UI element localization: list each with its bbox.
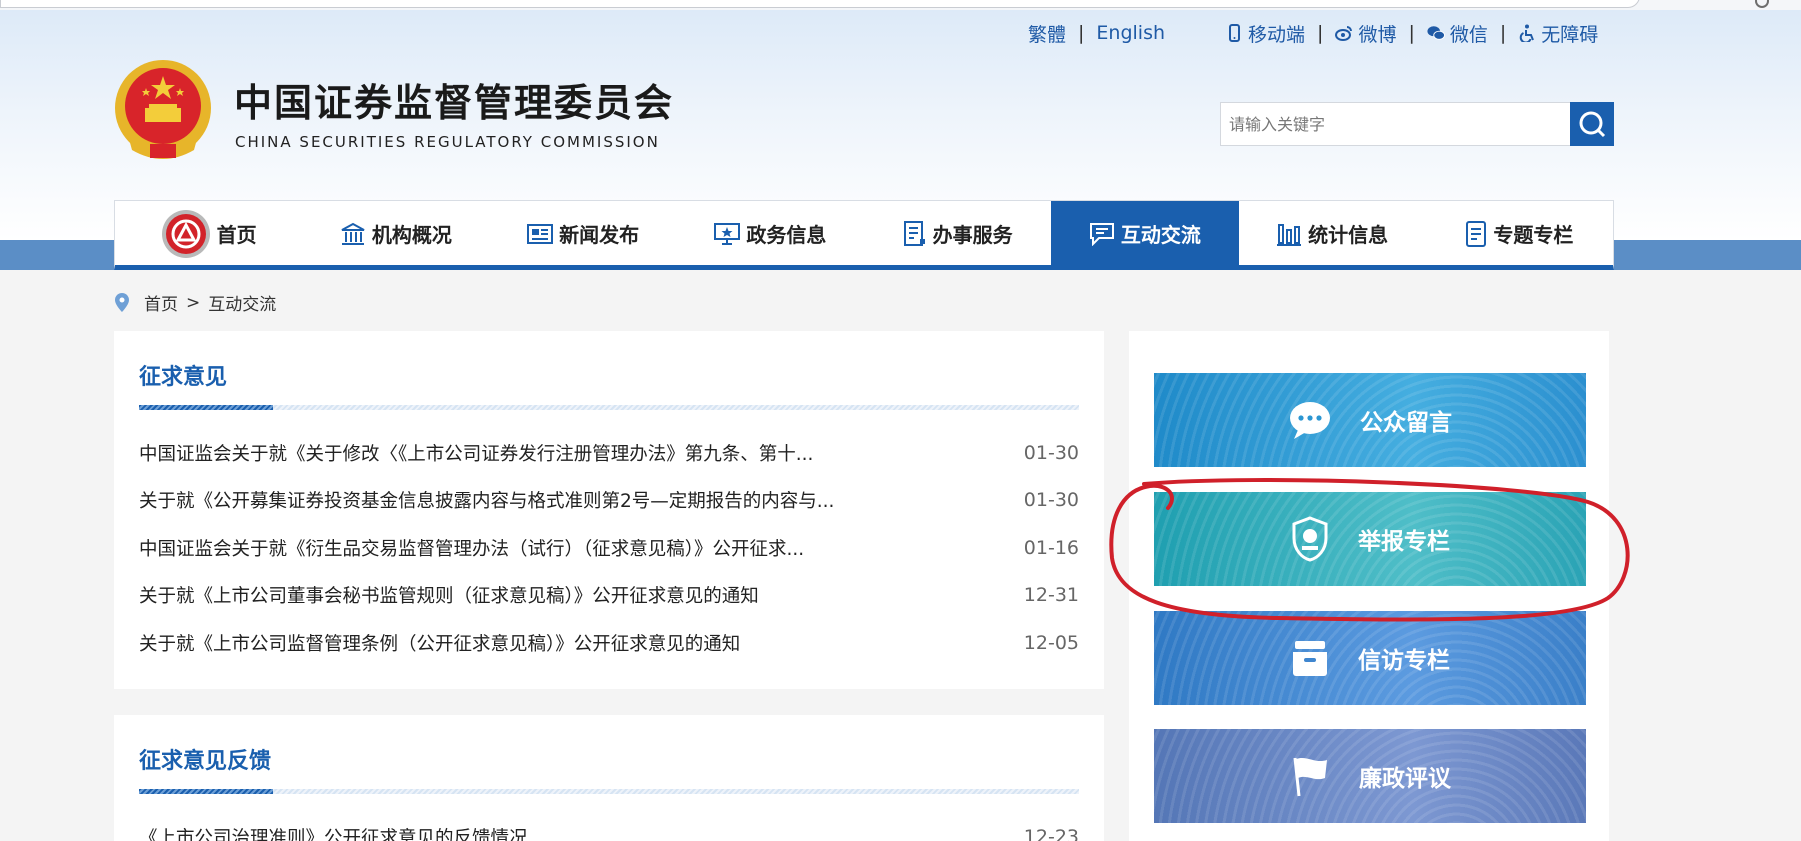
weibo-icon [1335,26,1353,41]
item-title[interactable]: 关于就《上市公司监督管理条例（公开征求意见稿）》公开征求意见的通知 [139,630,740,656]
petition-tile[interactable]: 信访专栏 [1154,611,1586,705]
title-underline [139,789,1079,794]
accessibility-link[interactable]: 无障碍 [1518,20,1598,47]
feedback-panel: 征求意见反馈 《上市公司治理准则》公开征求意见的反馈情况 12-23 [114,715,1104,841]
nav-label: 机构概况 [371,223,452,247]
weibo-label: 微博 [1358,23,1397,46]
solicit-list: 中国证监会关于就《关于修改〈《上市公司证券发行注册管理办法》第九条、第十... … [139,429,1079,667]
english-link[interactable]: English [1096,22,1165,44]
chat-icon [1089,222,1114,246]
item-date: 12-23 [1023,825,1079,841]
monitor-icon [714,222,741,245]
item-date: 01-30 [1023,441,1079,464]
list-item[interactable]: 关于就《公开募集证券投资基金信息披露内容与格式准则第2号—定期报告的内容与...… [139,477,1079,525]
mobile-link[interactable]: 移动端 [1225,20,1305,47]
item-date: 12-31 [1023,584,1079,607]
list-item[interactable]: 关于就《上市公司董事会秘书监管规则（征求意见稿）》公开征求意见的通知 12-31 [139,572,1079,620]
nav-item-interaction[interactable]: 互动交流 [1051,201,1239,266]
newspaper-icon [527,223,554,244]
nav-item-services[interactable]: 办事服务 [864,201,1051,266]
inbox-icon [1293,641,1327,676]
nav-item-about[interactable]: 机构概况 [302,201,489,266]
building-icon [341,222,365,245]
national-emblem-icon [115,60,211,159]
list-item[interactable]: 中国证监会关于就《衍生品交易监督管理办法（试行）（征求意见稿）》公开征求... … [139,524,1079,572]
public-message-tile[interactable]: 公众留言 [1154,373,1586,467]
integrity-review-tile[interactable]: 廉政评议 [1154,729,1586,823]
document-icon [1466,220,1487,247]
speech-bubble-icon [1290,402,1330,439]
title-underline [139,405,1079,410]
accessibility-icon [1520,24,1535,42]
breadcrumb-home[interactable]: 首页 [144,290,178,315]
site-subtitle: CHINA SECURITIES REGULATORY COMMISSION [235,133,660,151]
report-tile[interactable]: 举报专栏 [1154,492,1586,586]
mobile-label: 移动端 [1248,23,1306,46]
wechat-label: 微信 [1449,23,1488,46]
nav-item-statistics[interactable]: 统计信息 [1239,201,1426,266]
search-button[interactable] [1570,102,1614,146]
service-tiles-panel: 公众留言 举报专栏 信访专栏 廉政评议 [1129,331,1609,841]
tile-label: 举报专栏 [1358,529,1450,555]
search-box [1220,102,1614,146]
list-item[interactable]: 中国证监会关于就《关于修改〈《上市公司证券发行注册管理办法》第九条、第十... … [139,429,1079,477]
separator: | [1499,22,1507,44]
traditional-chinese-link[interactable]: 繁體 [1028,20,1066,47]
nav-item-news[interactable]: 新闻发布 [490,201,677,266]
search-icon [1579,111,1606,138]
solicit-opinions-panel: 征求意见 中国证监会关于就《关于修改〈《上市公司证券发行注册管理办法》第九条、第… [114,331,1104,689]
separator: | [1408,22,1415,44]
weibo-link[interactable]: 微博 [1335,20,1396,47]
tile-label: 信访专栏 [1358,648,1450,674]
list-item[interactable]: 关于就《上市公司监督管理条例（公开征求意见稿）》公开征求意见的通知 12-05 [139,619,1079,667]
feedback-list: 《上市公司治理准则》公开征求意见的反馈情况 12-23 [139,813,1079,841]
top-links: 繁體 | English 移动端 | 微博 | 微信 | 无障碍 [1028,20,1598,46]
item-title[interactable]: 关于就《公开募集证券投资基金信息披露内容与格式准则第2号—定期报告的内容与... [139,487,834,513]
flag-icon [1293,757,1327,797]
item-title[interactable]: 关于就《上市公司董事会秘书监管规则（征求意见稿）》公开征求意见的通知 [139,582,759,608]
nav-label: 统计信息 [1308,223,1389,247]
main-nav: 首页 机构概况 新闻发布 政务信息 办事服务 互动交流 统计信息 专题专栏 [114,200,1614,270]
bar-chart-icon [1277,223,1302,246]
search-input[interactable] [1221,103,1570,145]
item-date: 12-05 [1023,631,1079,654]
nav-label: 首页 [216,223,257,247]
nav-label: 专题专栏 [1493,223,1574,247]
form-icon [903,220,925,246]
accessibility-label: 无障碍 [1541,23,1599,46]
nav-label: 新闻发布 [559,223,640,247]
csrc-logo-icon [161,209,210,258]
list-item[interactable]: 《上市公司治理准则》公开征求意见的反馈情况 12-23 [139,813,1079,841]
site-title: 中国证券监督管理委员会 [234,81,675,125]
address-bar[interactable] [0,0,1640,8]
browser-chrome-strip [0,0,1801,10]
breadcrumb: 首页 > 互动交流 [114,290,276,315]
nav-item-home[interactable]: 首页 [115,201,302,266]
nav-item-government-info[interactable]: 政务信息 [677,201,864,266]
breadcrumb-separator: > [186,292,201,313]
profile-icon[interactable] [1755,0,1769,8]
tile-label: 公众留言 [1360,410,1452,436]
nav-item-topics[interactable]: 专题专栏 [1426,201,1613,266]
police-badge-icon [1292,516,1328,562]
mobile-phone-icon [1229,24,1241,42]
item-title[interactable]: 中国证监会关于就《衍生品交易监督管理办法（试行）（征求意见稿）》公开征求... [139,535,804,561]
separator: | [1317,22,1324,44]
tile-label: 廉政评议 [1359,766,1451,792]
item-date: 01-30 [1023,489,1079,512]
nav-label: 政务信息 [746,223,827,247]
panel-title[interactable]: 征求意见反馈 [139,743,271,775]
separator: | [1078,22,1085,44]
wechat-icon [1427,26,1445,40]
item-date: 01-16 [1023,536,1079,559]
nav-label: 办事服务 [932,223,1013,247]
wechat-link[interactable]: 微信 [1427,20,1488,47]
breadcrumb-current[interactable]: 互动交流 [208,290,276,315]
location-pin-icon [115,292,129,312]
panel-title[interactable]: 征求意见 [139,359,227,391]
nav-label: 互动交流 [1120,223,1201,247]
item-title[interactable]: 中国证监会关于就《关于修改〈《上市公司证券发行注册管理办法》第九条、第十... [139,440,813,466]
item-title[interactable]: 《上市公司治理准则》公开征求意见的反馈情况 [139,824,528,841]
